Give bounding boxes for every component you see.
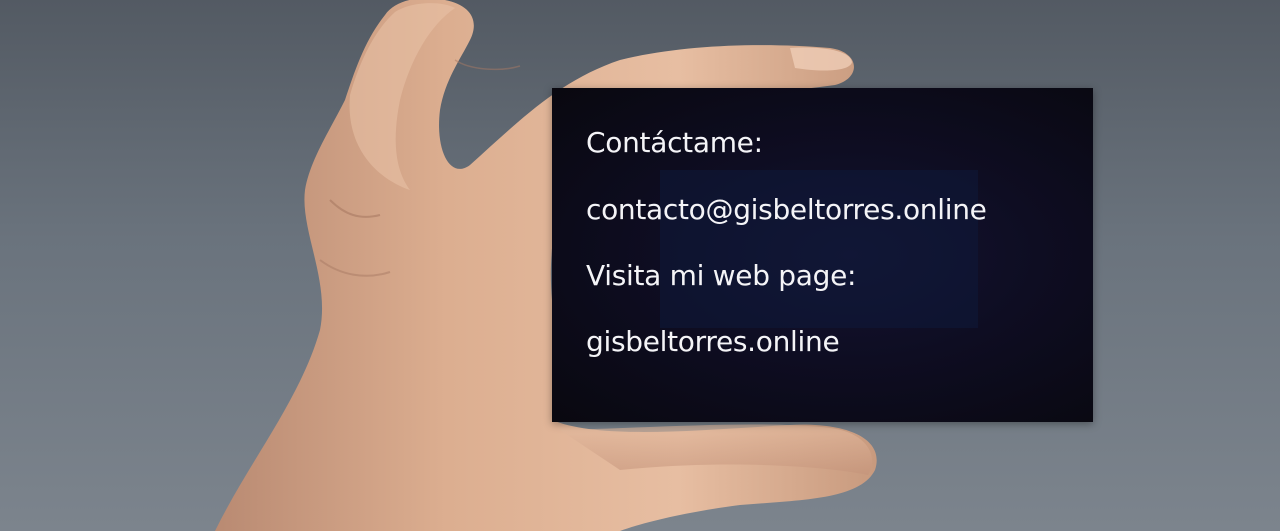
website-heading: Visita mi web page:: [586, 259, 857, 292]
website-url: gisbeltorres.online: [586, 325, 840, 358]
contact-email: contacto@gisbeltorres.online: [586, 193, 987, 226]
business-card: Contáctame: contacto@gisbeltorres.online…: [552, 88, 1093, 422]
thumbnail: [790, 47, 852, 71]
contact-heading: Contáctame:: [586, 126, 763, 159]
knuckle-crease: [454, 59, 521, 71]
photo-scene: Contáctame: contacto@gisbeltorres.online…: [0, 0, 1280, 531]
